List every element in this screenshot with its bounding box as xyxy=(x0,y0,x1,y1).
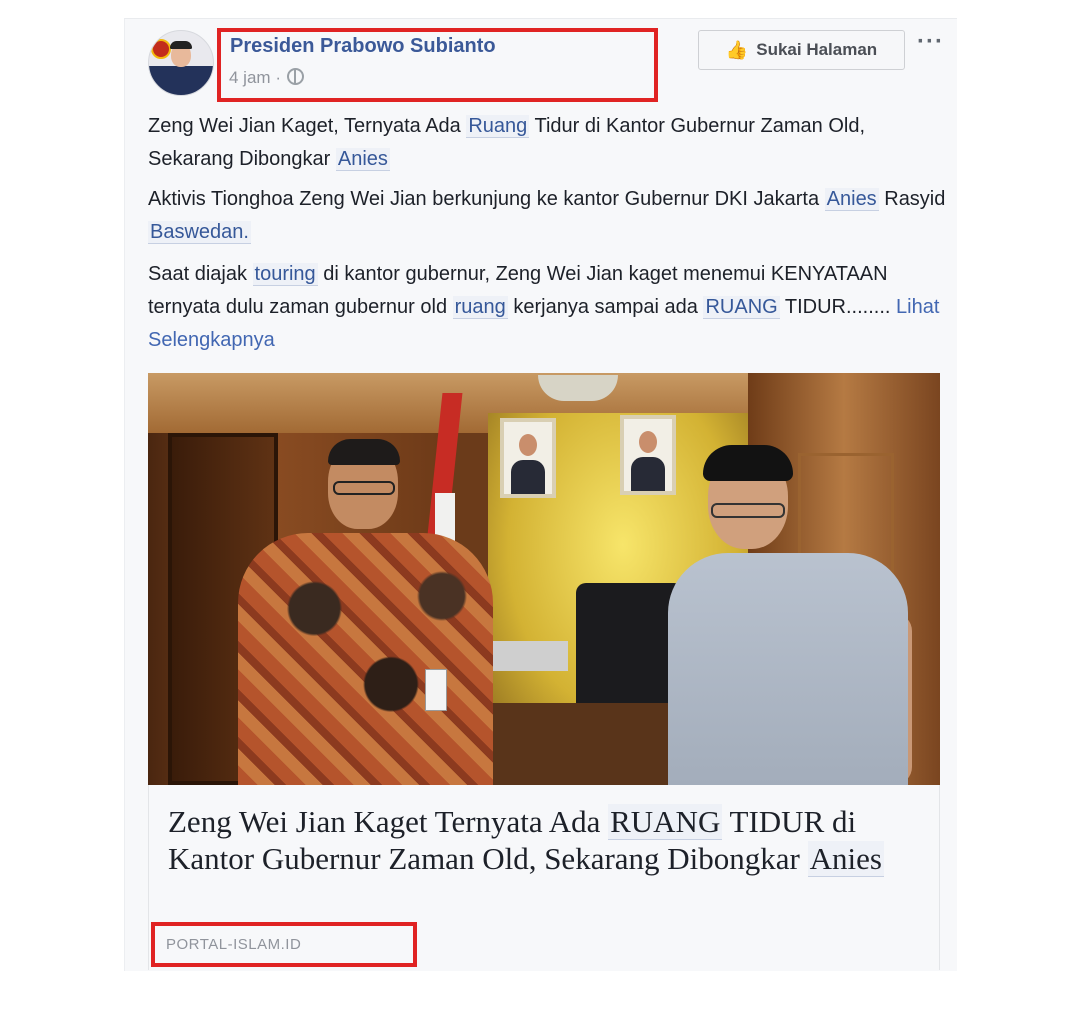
text-run: TIDUR........ xyxy=(779,296,897,318)
link-title[interactable]: Zeng Wei Jian Kaget Ternyata Ada RUANG T… xyxy=(168,803,928,877)
keyword-link[interactable]: Anies xyxy=(824,188,879,211)
text-run: Saat diajak xyxy=(148,263,253,285)
red-highlight-box-header xyxy=(217,28,658,102)
keyword-link[interactable]: touring xyxy=(252,263,318,286)
red-highlight-box-domain xyxy=(151,922,417,967)
like-page-label: Sukai Halaman xyxy=(756,40,878,59)
keyword-link[interactable]: ruang xyxy=(452,296,508,319)
text-run: kerjanya sampai ada xyxy=(507,296,704,318)
more-options-icon[interactable]: ··· xyxy=(917,28,944,56)
text-run: Zeng Wei Jian Kaget Ternyata Ada xyxy=(168,804,609,839)
party-logo-icon xyxy=(151,39,171,59)
keyword-link[interactable]: Ruang xyxy=(466,115,530,138)
page-avatar[interactable] xyxy=(148,30,214,96)
keyword-highlight: Anies xyxy=(807,841,884,877)
like-page-button[interactable]: 👍 Sukai Halaman xyxy=(698,30,905,70)
post-text-paragraph-1: Zeng Wei Jian Kaget, Ternyata Ada Ruang … xyxy=(148,110,948,176)
post-text-paragraph-3: Saat diajak touring di kantor gubernur, … xyxy=(148,258,948,357)
keyword-link[interactable]: RUANG xyxy=(703,296,780,319)
post-text-paragraph-2: Aktivis Tionghoa Zeng Wei Jian berkunjun… xyxy=(148,183,948,249)
thumbs-up-icon: 👍 xyxy=(725,39,749,60)
text-run: Rasyid xyxy=(878,188,946,210)
keyword-link[interactable]: Baswedan. xyxy=(148,221,251,244)
text-run: Aktivis Tionghoa Zeng Wei Jian berkunjun… xyxy=(148,188,825,210)
link-preview-photo[interactable] xyxy=(148,373,940,785)
keyword-link[interactable]: Anies xyxy=(335,148,390,171)
keyword-highlight: RUANG xyxy=(608,804,723,840)
text-run: Zeng Wei Jian Kaget, Ternyata Ada xyxy=(148,115,467,137)
